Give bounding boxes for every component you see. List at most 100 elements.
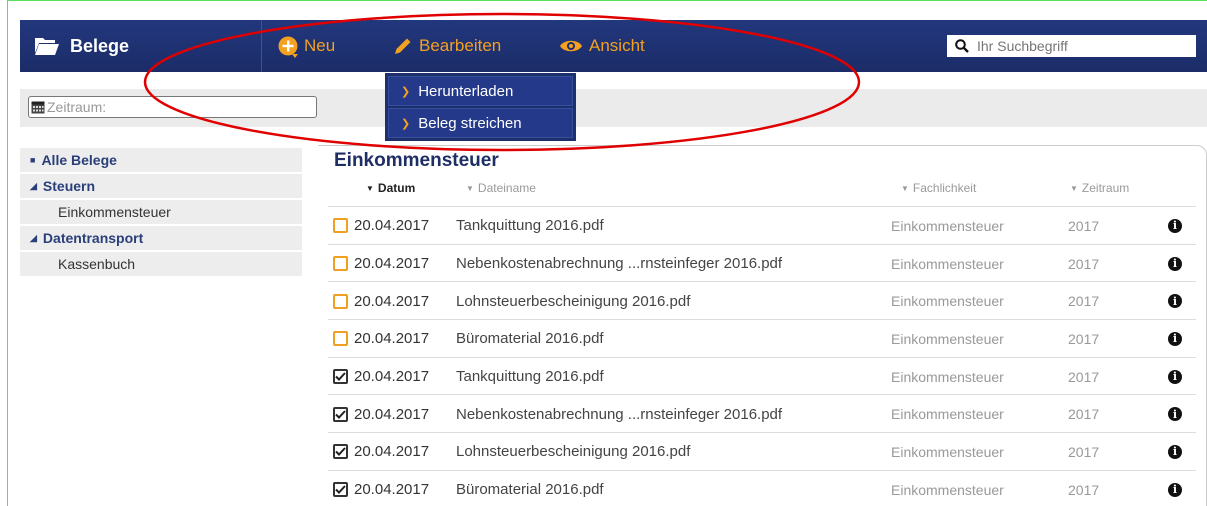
filter-bar: Zeitraum: bbox=[20, 89, 1207, 127]
sort-down-icon: ▼ bbox=[1070, 183, 1078, 193]
menu-neu[interactable]: Neu bbox=[278, 20, 335, 72]
table-row[interactable]: 20.04.2017 Lohnsteuerbescheinigung 2016.… bbox=[328, 432, 1196, 470]
checkbox-box bbox=[333, 406, 348, 422]
pencil-icon bbox=[395, 38, 411, 54]
row-date: 20.04.2017 bbox=[354, 368, 430, 386]
dropdown-item-label: Herunterladen bbox=[418, 82, 514, 100]
row-filename[interactable]: Nebenkostenabrechnung ...rnsteinfeger 20… bbox=[456, 245, 782, 283]
sidebar: ■ Alle Belege ◢ Steuern Einkommensteuer … bbox=[20, 148, 302, 278]
chevron-right-icon: ❯ bbox=[401, 85, 411, 98]
table-row[interactable]: 20.04.2017 Tankquittung 2016.pdf Einkomm… bbox=[328, 206, 1196, 244]
row-zeitraum: 2017 bbox=[1068, 255, 1100, 272]
row-checkbox[interactable] bbox=[333, 433, 349, 471]
info-icon[interactable]: i bbox=[1168, 207, 1182, 245]
sort-down-icon: ▼ bbox=[366, 183, 374, 193]
sidebar-item-kassenbuch[interactable]: Kassenbuch bbox=[20, 252, 302, 276]
top-navigation-bar: Belege Neu Bearbeiten Ansicht bbox=[20, 20, 1207, 72]
checkbox-box bbox=[333, 256, 348, 272]
checkmark-icon bbox=[335, 372, 346, 382]
row-zeitraum: 2017 bbox=[1068, 293, 1100, 310]
bearbeiten-dropdown: ❯ Herunterladen ❯ Beleg streichen bbox=[385, 73, 576, 141]
column-header-datum[interactable]: ▼ Datum bbox=[366, 181, 415, 195]
row-filename[interactable]: Nebenkostenabrechnung ...rnsteinfeger 20… bbox=[456, 395, 782, 433]
sidebar-item-alle-belege[interactable]: ■ Alle Belege bbox=[20, 148, 302, 172]
row-checkbox[interactable] bbox=[333, 282, 349, 320]
row-zeitraum: 2017 bbox=[1068, 217, 1100, 234]
row-filename[interactable]: Büromaterial 2016.pdf bbox=[456, 471, 604, 506]
row-checkbox[interactable] bbox=[333, 245, 349, 283]
caret-down-icon bbox=[292, 54, 298, 58]
row-fachlichkeit: Einkommensteuer bbox=[891, 330, 1004, 347]
chevron-right-icon: ❯ bbox=[401, 117, 411, 130]
sidebar-group-label: Datentransport bbox=[42, 230, 144, 246]
sidebar-group-label: Steuern bbox=[42, 178, 96, 194]
dropdown-item-beleg-streichen[interactable]: ❯ Beleg streichen bbox=[388, 108, 573, 138]
table-row[interactable]: 20.04.2017 Büromaterial 2016.pdf Einkomm… bbox=[328, 319, 1196, 357]
search-icon[interactable] bbox=[947, 39, 977, 53]
checkbox-box bbox=[333, 218, 348, 234]
row-filename[interactable]: Büromaterial 2016.pdf bbox=[456, 320, 604, 358]
dropdown-item-herunterladen[interactable]: ❯ Herunterladen bbox=[388, 76, 573, 106]
column-header-zeitraum[interactable]: ▼ Zeitraum bbox=[1070, 181, 1129, 195]
row-date: 20.04.2017 bbox=[354, 217, 430, 235]
sidebar-group-steuern[interactable]: ◢ Steuern bbox=[20, 174, 302, 198]
search-box bbox=[947, 35, 1196, 57]
documents-panel: Einkommensteuer ▼ Datum ▼ Dateiname ▼ Fa… bbox=[318, 145, 1207, 506]
row-filename[interactable]: Tankquittung 2016.pdf bbox=[456, 207, 604, 245]
checkbox-box bbox=[333, 293, 348, 309]
table-row[interactable]: 20.04.2017 Büromaterial 2016.pdf Einkomm… bbox=[328, 469, 1196, 506]
row-checkbox[interactable] bbox=[333, 358, 349, 396]
info-icon[interactable]: i bbox=[1168, 358, 1182, 396]
menu-bearbeiten-label: Bearbeiten bbox=[419, 36, 502, 55]
table-row[interactable]: 20.04.2017 Lohnsteuerbescheinigung 2016.… bbox=[328, 281, 1196, 319]
column-header-dateiname[interactable]: ▼ Dateiname bbox=[466, 181, 536, 195]
sort-down-icon: ▼ bbox=[901, 183, 909, 193]
table-row[interactable]: 20.04.2017 Nebenkostenabrechnung ...rnst… bbox=[328, 394, 1196, 432]
info-icon[interactable]: i bbox=[1168, 282, 1182, 320]
row-zeitraum: 2017 bbox=[1068, 406, 1100, 423]
calendar-icon bbox=[31, 101, 45, 114]
row-fachlichkeit: Einkommensteuer bbox=[891, 293, 1004, 310]
brand[interactable]: Belege bbox=[20, 20, 262, 72]
info-icon[interactable]: i bbox=[1168, 395, 1182, 433]
sidebar-item-label: Alle Belege bbox=[41, 152, 117, 168]
checkmark-icon bbox=[335, 485, 346, 495]
row-fachlichkeit: Einkommensteuer bbox=[891, 217, 1004, 234]
table-row[interactable]: 20.04.2017 Nebenkostenabrechnung ...rnst… bbox=[328, 243, 1196, 283]
row-date: 20.04.2017 bbox=[354, 405, 430, 423]
column-header-label: Fachlichkeit bbox=[912, 181, 977, 195]
row-checkbox[interactable] bbox=[333, 207, 349, 245]
sidebar-item-einkommensteuer[interactable]: Einkommensteuer bbox=[20, 200, 302, 224]
checkbox-box bbox=[333, 369, 348, 385]
search-input[interactable] bbox=[977, 38, 1187, 54]
row-filename[interactable]: Tankquittung 2016.pdf bbox=[456, 358, 604, 396]
info-icon[interactable]: i bbox=[1168, 471, 1182, 506]
zeitraum-field[interactable]: Zeitraum: bbox=[28, 96, 317, 118]
menu-neu-label: Neu bbox=[304, 36, 336, 55]
triangle-expanded-icon: ◢ bbox=[30, 232, 37, 243]
row-zeitraum: 2017 bbox=[1068, 330, 1100, 347]
info-icon[interactable]: i bbox=[1168, 433, 1182, 471]
row-filename[interactable]: Lohnsteuerbescheinigung 2016.pdf bbox=[456, 433, 690, 471]
folder-open-icon bbox=[35, 38, 59, 55]
row-date: 20.04.2017 bbox=[354, 481, 430, 499]
sort-down-icon: ▼ bbox=[466, 183, 474, 193]
info-icon[interactable]: i bbox=[1168, 245, 1182, 283]
menu-bearbeiten[interactable]: Bearbeiten bbox=[393, 20, 501, 72]
row-checkbox[interactable] bbox=[333, 471, 349, 506]
column-header-label: Datum bbox=[377, 181, 416, 195]
row-filename[interactable]: Lohnsteuerbescheinigung 2016.pdf bbox=[456, 282, 690, 320]
row-date: 20.04.2017 bbox=[354, 330, 430, 348]
column-header-fachlichkeit[interactable]: ▼ Fachlichkeit bbox=[901, 181, 976, 195]
row-fachlichkeit: Einkommensteuer bbox=[891, 368, 1004, 385]
sidebar-item-label: Einkommensteuer bbox=[58, 204, 171, 220]
row-checkbox[interactable] bbox=[333, 320, 349, 358]
menu-ansicht[interactable]: Ansicht bbox=[559, 20, 645, 72]
sidebar-group-datentransport[interactable]: ◢ Datentransport bbox=[20, 226, 302, 250]
info-icon[interactable]: i bbox=[1168, 320, 1182, 358]
row-date: 20.04.2017 bbox=[354, 292, 430, 310]
checkbox-box bbox=[333, 482, 348, 498]
row-checkbox[interactable] bbox=[333, 395, 349, 433]
row-date: 20.04.2017 bbox=[354, 255, 430, 273]
table-row[interactable]: 20.04.2017 Tankquittung 2016.pdf Einkomm… bbox=[328, 356, 1196, 396]
